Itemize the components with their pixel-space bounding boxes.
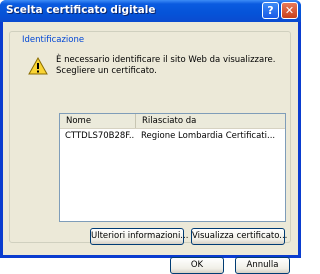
help-button[interactable]: ? [262,2,279,19]
cancel-button[interactable]: Annulla [235,257,290,274]
identification-group: Identificazione È necessario identificar… [9,31,291,245]
column-header-name[interactable]: Nome [60,114,136,128]
view-certificate-button[interactable]: Visualizza certificato... [191,228,287,245]
list-header: Nome Rilasciato da [60,114,285,129]
certificate-issuer: Regione Lombardia Certificati... [141,131,276,141]
message-text: È necessario identificare il sito Web da… [56,55,275,77]
more-info-button[interactable]: Ulteriori informazioni... [90,228,188,245]
group-label: Identificazione [20,35,87,45]
warning-icon [28,57,48,75]
help-icon: ? [267,4,274,17]
ok-button[interactable]: OK [170,257,224,274]
dialog-body: Identificazione È necessario identificar… [3,22,298,274]
title-bar[interactable]: Scelta certificato digitale ? ✕ [0,0,301,22]
close-button[interactable]: ✕ [281,2,298,19]
message-line-2: Scegliere un certificato. [56,66,157,76]
close-icon: ✕ [284,4,295,17]
certificate-dialog: Scelta certificato digitale ? ✕ Identifi… [0,0,301,274]
list-item[interactable]: CTTDLS70B28F... Regione Lombardia Certif… [60,130,285,143]
certificate-name: CTTDLS70B28F... [65,131,135,141]
column-header-issuer[interactable]: Rilasciato da [136,114,285,128]
message-line-1: È necessario identificare il sito Web da… [56,55,276,65]
window-title: Scelta certificato digitale [6,4,156,16]
certificate-list[interactable]: Nome Rilasciato da CTTDLS70B28F... Regio… [59,113,286,222]
